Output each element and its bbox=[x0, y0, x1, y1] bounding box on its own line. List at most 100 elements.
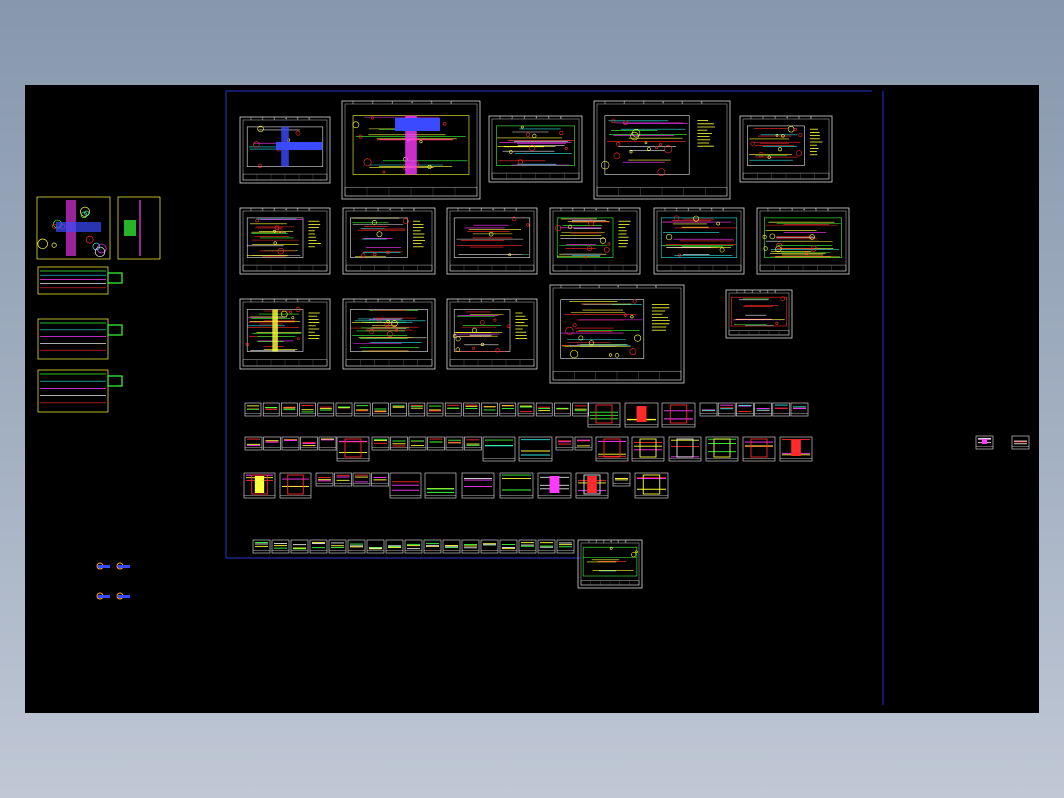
mini-sheet[interactable] bbox=[404, 539, 423, 554]
cad-model-space[interactable]: 1 2 3 4 5 6 1 2 3 4 5 6 1 2 3 4 5 6 1 2 3 4 5 6 1 2 3 4 5 6 1 2 3 4 5 6 1 2 3 4… bbox=[25, 85, 1039, 713]
mini-sheet[interactable] bbox=[772, 402, 791, 417]
mini-sheet[interactable] bbox=[612, 472, 631, 487]
drawing-sheet[interactable]: 1 2 3 4 5 6 bbox=[446, 207, 538, 275]
mini-sheet[interactable] bbox=[262, 402, 280, 417]
mini-sheet[interactable] bbox=[389, 472, 422, 499]
mini-sheet[interactable] bbox=[705, 436, 739, 462]
section-view[interactable] bbox=[37, 266, 123, 295]
mini-sheet[interactable] bbox=[518, 436, 553, 462]
mini-sheet[interactable] bbox=[317, 402, 335, 417]
mini-sheet[interactable] bbox=[442, 539, 461, 554]
mini-sheet[interactable] bbox=[408, 402, 426, 417]
section-view[interactable] bbox=[37, 318, 123, 360]
mini-sheet[interactable] bbox=[556, 539, 575, 554]
mini-sheet[interactable] bbox=[535, 402, 553, 417]
drawing-canvas[interactable]: 1 2 3 4 5 6 1 2 3 4 5 6 1 2 3 4 5 6 1 2 3 4 5 6 1 2 3 4 5 6 1 2 3 4 5 6 1 2 3 4… bbox=[25, 85, 1039, 713]
mini-sheet[interactable] bbox=[347, 539, 366, 554]
mini-sheet[interactable] bbox=[281, 402, 298, 417]
mini-sheet[interactable] bbox=[574, 436, 593, 451]
mini-sheet[interactable] bbox=[537, 539, 556, 554]
mini-sheet[interactable] bbox=[334, 472, 352, 487]
mini-sheet[interactable] bbox=[779, 436, 813, 462]
mini-sheet[interactable] bbox=[575, 472, 609, 499]
mini-sheet[interactable] bbox=[463, 402, 480, 417]
mini-sheet[interactable] bbox=[244, 436, 263, 451]
mini-sheet[interactable] bbox=[445, 436, 464, 451]
mini-sheet[interactable] bbox=[390, 402, 407, 417]
drawing-sheet[interactable]: 1 2 3 4 5 6 bbox=[577, 540, 643, 589]
mini-sheet[interactable] bbox=[975, 435, 994, 450]
mini-sheet[interactable] bbox=[336, 436, 370, 462]
drawing-sheet[interactable]: 1 2 3 4 5 6 bbox=[341, 101, 481, 200]
mini-sheet[interactable] bbox=[290, 539, 309, 554]
mini-sheet[interactable] bbox=[423, 539, 442, 554]
mini-sheet[interactable] bbox=[426, 402, 444, 417]
mini-sheet[interactable] bbox=[480, 539, 499, 554]
mini-sheet[interactable] bbox=[371, 472, 389, 487]
mini-sheet[interactable] bbox=[335, 402, 353, 417]
mini-sheet[interactable] bbox=[372, 402, 389, 417]
mini-sheet[interactable] bbox=[252, 539, 271, 554]
mini-sheet[interactable] bbox=[281, 436, 300, 451]
mini-sheet[interactable] bbox=[1011, 435, 1030, 450]
drawing-sheet[interactable]: 1 2 3 4 5 6 bbox=[446, 298, 538, 370]
mini-sheet[interactable] bbox=[243, 472, 276, 499]
mini-sheet[interactable] bbox=[427, 436, 445, 451]
mini-sheet[interactable] bbox=[309, 539, 328, 554]
mini-sheet[interactable] bbox=[499, 539, 518, 554]
mini-sheet[interactable] bbox=[742, 436, 776, 462]
mini-sheet[interactable] bbox=[537, 472, 572, 499]
drawing-sheet[interactable]: 1 2 3 4 5 6 bbox=[239, 207, 331, 275]
mini-sheet[interactable] bbox=[408, 436, 427, 451]
mini-sheet[interactable] bbox=[572, 402, 589, 417]
section-view[interactable] bbox=[37, 369, 123, 413]
mini-sheet[interactable] bbox=[499, 472, 534, 499]
drawing-sheet[interactable]: 1 2 3 4 5 6 bbox=[549, 207, 641, 275]
mini-sheet[interactable] bbox=[790, 402, 809, 417]
mini-sheet[interactable] bbox=[736, 402, 754, 417]
mini-sheet[interactable] bbox=[390, 436, 408, 451]
mini-sheet[interactable] bbox=[555, 436, 574, 451]
mini-sheet[interactable] bbox=[661, 402, 696, 428]
drawing-sheet[interactable]: 1 2 3 4 5 6 bbox=[593, 101, 731, 200]
assembly-top-view[interactable] bbox=[36, 196, 161, 260]
mini-sheet[interactable] bbox=[595, 436, 629, 462]
mini-sheet[interactable] bbox=[624, 402, 659, 428]
mini-sheet[interactable] bbox=[634, 472, 669, 499]
mini-sheet[interactable] bbox=[328, 539, 347, 554]
mini-sheet[interactable] bbox=[315, 472, 334, 487]
mini-sheet[interactable] bbox=[444, 402, 462, 417]
mini-sheet[interactable] bbox=[385, 539, 404, 554]
mini-sheet[interactable] bbox=[481, 402, 498, 417]
mini-sheet[interactable] bbox=[482, 436, 516, 462]
mini-sheet[interactable] bbox=[517, 402, 535, 417]
mini-sheet[interactable] bbox=[271, 539, 290, 554]
mini-sheet[interactable] bbox=[587, 402, 621, 428]
mini-sheet[interactable] bbox=[668, 436, 702, 462]
mini-sheet[interactable] bbox=[366, 539, 385, 554]
drawing-sheet[interactable]: 1 2 3 4 5 6 bbox=[488, 116, 583, 183]
mini-sheet[interactable] bbox=[263, 436, 281, 451]
drawing-sheet[interactable]: 1 2 3 4 5 6 bbox=[725, 289, 793, 339]
mini-sheet[interactable] bbox=[518, 539, 537, 554]
mini-sheet[interactable] bbox=[244, 402, 262, 417]
mini-sheet[interactable] bbox=[352, 472, 371, 487]
mini-sheet[interactable] bbox=[464, 436, 482, 451]
drawing-sheet[interactable]: 1 2 3 4 5 6 bbox=[239, 298, 331, 370]
mini-sheet[interactable] bbox=[424, 472, 457, 499]
mini-sheet[interactable] bbox=[754, 402, 772, 417]
mini-sheet[interactable] bbox=[371, 436, 390, 451]
drawing-sheet[interactable]: 1 2 3 4 5 6 bbox=[342, 207, 436, 275]
drawing-sheet[interactable]: 1 2 3 4 5 6 bbox=[756, 207, 850, 275]
mini-sheet[interactable] bbox=[499, 402, 517, 417]
mini-sheet[interactable] bbox=[300, 436, 318, 451]
mini-sheet[interactable] bbox=[318, 436, 337, 451]
drawing-sheet[interactable]: 1 2 3 4 5 6 bbox=[739, 116, 833, 183]
drawing-sheet[interactable]: 1 2 3 4 5 6 bbox=[342, 298, 436, 370]
mini-sheet[interactable] bbox=[631, 436, 665, 462]
mini-sheet[interactable] bbox=[461, 539, 480, 554]
mini-sheet[interactable] bbox=[279, 472, 312, 499]
mini-sheet[interactable] bbox=[699, 402, 718, 417]
mini-sheet[interactable] bbox=[299, 402, 316, 417]
mini-sheet[interactable] bbox=[353, 402, 371, 417]
